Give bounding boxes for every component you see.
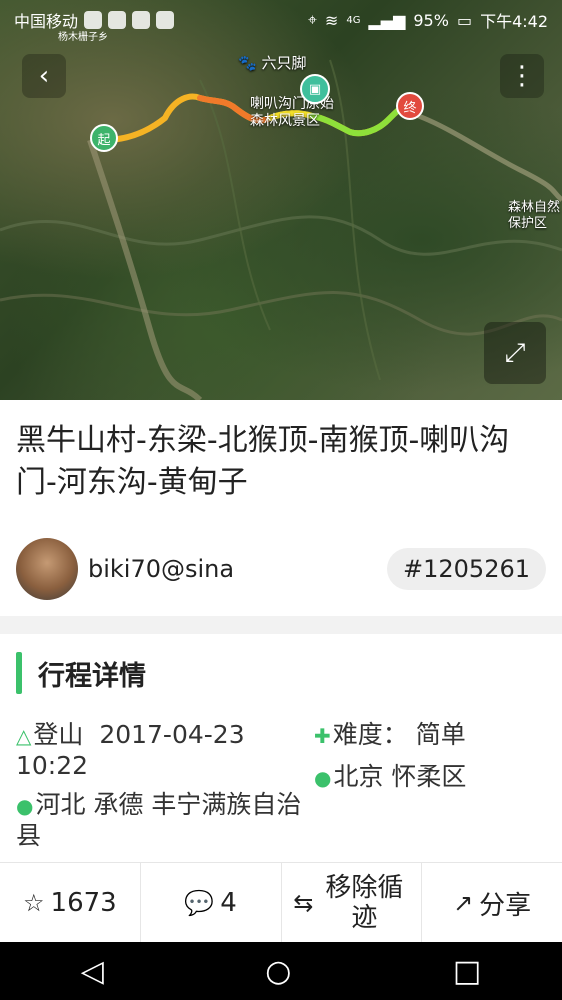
map-label-brand-text: 六只脚 [261, 54, 307, 72]
network-label: 4G [346, 14, 361, 26]
map-label-brand: 🐾 六只脚 [238, 52, 306, 73]
comment-button[interactable]: 💬 4 [141, 863, 282, 943]
trip-title: 黑牛山村-东梁-北猴顶-南猴顶-喇叭沟门-河东沟-黄甸子 [16, 423, 510, 500]
activity-time-value: 10:22 [16, 751, 89, 780]
share-label: 分享 [479, 890, 532, 921]
section-divider [0, 616, 562, 634]
maps-notification-icon [156, 11, 175, 29]
mountain-icon: △ [16, 724, 32, 748]
activity-date-value: 2017-04-23 [99, 720, 245, 749]
section-accent-bar [16, 652, 22, 694]
back-nav-icon[interactable]: ◁ [81, 954, 104, 989]
expand-icon: ⤢ [504, 337, 526, 368]
recents-nav-icon[interactable]: □ [453, 954, 481, 989]
end-pin-icon: ● [314, 766, 332, 790]
more-vertical-icon: ⋮ [509, 61, 535, 91]
loop-icon: ⇆ [293, 889, 314, 917]
star-icon: ☆ [23, 889, 45, 917]
activity-type: 登山 [33, 720, 84, 749]
route-end-marker[interactable]: 终 [396, 92, 424, 120]
favorite-button[interactable]: ☆ 1673 [0, 863, 141, 943]
route-start-marker[interactable]: 起 [90, 124, 118, 152]
start-location-value: 河北 承德 丰宁满族自治县 [16, 790, 302, 850]
image-notification-icon [132, 11, 151, 29]
home-nav-icon[interactable]: ○ [265, 954, 291, 989]
share-icon: ↗ [453, 889, 474, 917]
footprint-icon: 🐾 [238, 54, 257, 72]
end-location: ●北京 怀柔区 [314, 762, 466, 793]
difficulty-value: 简单 [415, 720, 466, 749]
difficulty-icon: ✚ [314, 724, 331, 748]
map-label-village: 杨木栅子乡 [58, 32, 108, 43]
notification-icon [84, 11, 103, 29]
back-button[interactable]: ‹ [22, 54, 66, 98]
comment-count: 4 [220, 888, 237, 918]
signal-icon: ▂▄▆ [368, 10, 406, 30]
map-label-nature-reserve: 森林自然 保护区 [508, 200, 561, 231]
clock-label: 下午4:42 [480, 12, 548, 31]
battery-label: 95% [413, 10, 449, 30]
photo-marker[interactable]: ▣ [300, 74, 330, 104]
author-username[interactable]: biki70@sina [88, 555, 234, 583]
action-bar: ☆ 1673 💬 4 ⇆ 移除循迹 ↗ 分享 [0, 862, 562, 943]
avatar[interactable] [16, 538, 78, 600]
remove-track-label: 移除循迹 [325, 873, 404, 933]
image-icon: ▣ [308, 81, 322, 97]
location-icon: ⌖ [307, 10, 317, 29]
more-menu-button[interactable]: ⋮ [500, 54, 544, 98]
start-pin-icon: ● [16, 794, 34, 818]
route-map[interactable]: 中国移动 ⌖ ≋ 4G ▂▄▆ 95% ▭ 下午4:42 杨木栅子乡 ‹ ⋮ 🐾… [0, 0, 562, 400]
chevron-left-icon: ‹ [38, 61, 50, 91]
details-header: 行程详情 [16, 652, 146, 694]
share-button[interactable]: ↗ 分享 [422, 863, 562, 943]
section-title: 行程详情 [38, 660, 146, 692]
end-location-value: 北京 怀柔区 [333, 762, 467, 791]
battery-icon: ▭ [456, 10, 473, 30]
fullscreen-button[interactable]: ⤢ [484, 322, 546, 384]
remove-track-button[interactable]: ⇆ 移除循迹 [282, 863, 423, 943]
trip-id-badge: #1205261 [387, 548, 546, 590]
activity-date: △登山 2017-04-23 10:22 [16, 720, 306, 781]
favorite-count: 1673 [50, 888, 117, 918]
start-location: ●河北 承德 丰宁满族自治县 [16, 790, 306, 851]
wifi-icon: ≋ [324, 10, 339, 30]
comment-icon: 💬 [184, 889, 215, 917]
difficulty-label: 难度： [332, 720, 408, 749]
app-notification-icon [108, 11, 127, 29]
author-row[interactable]: biki70@sina [16, 538, 234, 600]
difficulty: ✚难度： 简单 [314, 720, 466, 751]
system-nav-bar: ◁ ○ □ [0, 942, 562, 1000]
